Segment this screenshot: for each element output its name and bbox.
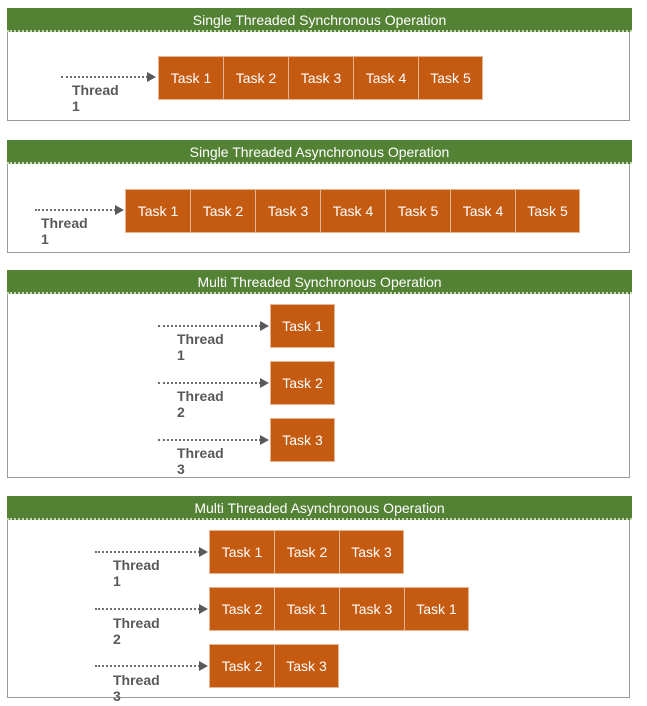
arrow-icon — [95, 604, 208, 614]
thread-label: Thread 1 — [113, 557, 160, 589]
task-box: Task 3 — [339, 587, 404, 631]
task-queue: Task 1 Task 2 Task 3 Task 4 Task 5 Task … — [125, 189, 580, 233]
thread-label: Thread 3 — [177, 445, 224, 477]
panel-title: Multi Threaded Asynchronous Operation — [7, 496, 632, 520]
task-box: Task 3 — [274, 644, 339, 688]
task-box: Task 2 — [209, 587, 274, 631]
arrow-icon — [35, 205, 124, 215]
task-box: Task 3 — [339, 530, 404, 574]
task-box: Task 2 — [190, 189, 255, 233]
task-box: Task 1 — [158, 56, 223, 100]
panel-multi-threaded-async: Multi Threaded Asynchronous Operation Th… — [7, 496, 632, 704]
panel-title: Single Threaded Synchronous Operation — [7, 8, 632, 32]
task-queue: Task 2 Task 3 — [209, 644, 339, 688]
panel-title: Multi Threaded Synchronous Operation — [7, 270, 632, 294]
panel-title: Single Threaded Asynchronous Operation — [7, 140, 632, 164]
task-box: Task 1 — [270, 304, 335, 348]
task-queue: Task 1 Task 2 Task 3 Task 4 Task 5 — [158, 56, 483, 100]
task-queue: Task 1 — [270, 304, 335, 348]
arrow-icon — [95, 661, 208, 671]
task-box: Task 3 — [255, 189, 320, 233]
thread-label: Thread 1 — [41, 215, 88, 247]
arrow-icon — [61, 72, 156, 82]
task-box: Task 1 — [274, 587, 339, 631]
task-box: Task 4 — [450, 189, 515, 233]
task-box: Task 5 — [418, 56, 483, 100]
task-queue: Task 1 Task 2 Task 3 — [209, 530, 404, 574]
task-box: Task 2 — [274, 530, 339, 574]
task-queue: Task 2 Task 1 Task 3 Task 1 — [209, 587, 469, 631]
task-box: Task 1 — [209, 530, 274, 574]
task-queue: Task 3 — [270, 418, 335, 462]
panel-multi-threaded-sync: Multi Threaded Synchronous Operation Thr… — [7, 270, 632, 478]
task-queue: Task 2 — [270, 361, 335, 405]
arrow-icon — [158, 321, 269, 331]
panel-single-threaded-sync: Single Threaded Synchronous Operation Th… — [7, 8, 632, 121]
thread-label: Thread 1 — [72, 82, 119, 114]
thread-label: Thread 2 — [113, 615, 160, 647]
task-box: Task 4 — [320, 189, 385, 233]
task-box: Task 2 — [223, 56, 288, 100]
arrow-icon — [95, 547, 208, 557]
arrow-icon — [158, 378, 269, 388]
task-box: Task 3 — [288, 56, 353, 100]
task-box: Task 2 — [270, 361, 335, 405]
arrow-icon — [158, 435, 269, 445]
task-box: Task 1 — [404, 587, 469, 631]
panel-single-threaded-async: Single Threaded Asynchronous Operation T… — [7, 140, 632, 253]
thread-label: Thread 1 — [177, 331, 224, 363]
task-box: Task 5 — [385, 189, 450, 233]
task-box: Task 2 — [209, 644, 274, 688]
task-box: Task 1 — [125, 189, 190, 233]
task-box: Task 3 — [270, 418, 335, 462]
task-box: Task 4 — [353, 56, 418, 100]
task-box: Task 5 — [515, 189, 580, 233]
thread-label: Thread 3 — [113, 672, 160, 704]
thread-label: Thread 2 — [177, 388, 224, 420]
